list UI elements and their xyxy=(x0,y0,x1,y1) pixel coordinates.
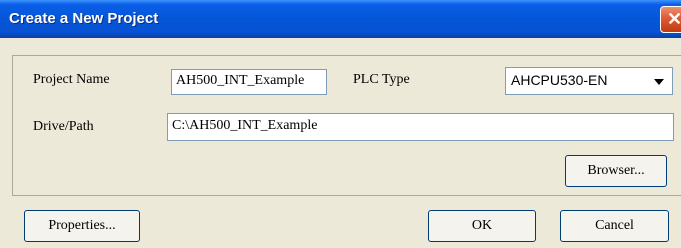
project-name-input[interactable]: AH500_INT_Example xyxy=(171,69,327,95)
plc-type-select[interactable]: AHCPU530-EN xyxy=(505,67,673,95)
chevron-down-icon[interactable] xyxy=(654,79,664,85)
ok-button[interactable]: OK xyxy=(428,210,536,242)
cancel-button[interactable]: Cancel xyxy=(560,210,669,242)
dialog-title: Create a New Project xyxy=(9,10,159,27)
project-name-label: Project Name xyxy=(33,72,110,87)
close-icon: ✕ xyxy=(667,9,681,29)
drive-path-input[interactable]: C:\AH500_INT_Example xyxy=(167,113,674,141)
properties-button[interactable]: Properties... xyxy=(24,210,140,242)
browser-button[interactable]: Browser... xyxy=(565,155,667,187)
title-bar[interactable]: Create a New Project ✕ xyxy=(0,0,681,38)
plc-type-label: PLC Type xyxy=(353,72,410,87)
drive-path-label: Drive/Path xyxy=(33,119,94,134)
plc-type-value: AHCPU530-EN xyxy=(511,72,608,88)
close-button[interactable]: ✕ xyxy=(660,6,681,33)
